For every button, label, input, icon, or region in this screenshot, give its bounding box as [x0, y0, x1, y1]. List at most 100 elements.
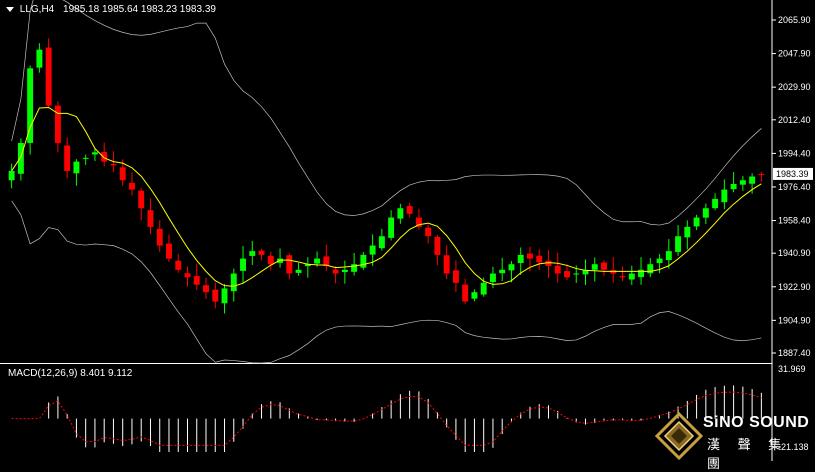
y-tick-label: 2047.90 [778, 49, 811, 59]
candle-body [193, 276, 200, 285]
candle-body [110, 164, 117, 166]
candle-body [730, 183, 737, 190]
candle-body [425, 227, 432, 237]
candle-body [332, 269, 339, 274]
candle-body [82, 157, 89, 159]
candle-body [564, 271, 570, 278]
candle-body [665, 251, 672, 261]
candle-body [36, 49, 43, 68]
candle-body [749, 176, 756, 184]
candle-body [619, 276, 626, 278]
candle-body [471, 292, 478, 299]
y-tick-label: 1887.40 [778, 348, 811, 358]
candle-body [156, 228, 163, 246]
candle-body [240, 258, 246, 271]
candle-body [684, 226, 691, 238]
y-tick-label: 1940.90 [778, 248, 811, 258]
candle-body [17, 142, 24, 174]
candle-body [554, 265, 561, 274]
candle-body [203, 285, 209, 293]
candle-body [212, 289, 219, 302]
candle-body [175, 260, 182, 270]
candle-body [27, 68, 34, 143]
logo-name: SiNO SOUND [703, 414, 810, 431]
candle-body [656, 258, 663, 264]
candle-body [249, 251, 256, 256]
candle-body [739, 180, 746, 185]
candle-body [489, 273, 496, 283]
candle-body [45, 47, 52, 106]
price-chart[interactable]: 2065.90 2047.90 2029.90 2012.40 1994.40 1976.… [0, 0, 815, 461]
candle-body [369, 245, 376, 255]
candle-body [702, 208, 709, 218]
bollinger-lower [11, 200, 762, 364]
candle-body [388, 217, 395, 238]
y-tick-label: 1922.90 [778, 282, 811, 292]
candle-body [628, 273, 635, 280]
sino-sound-logo: SiNO SOUND 漢 聲 集 團 [655, 410, 815, 471]
symbol-label: LLG,H4 [19, 4, 55, 15]
y-tick-label: 1958.40 [778, 216, 811, 226]
bollinger-upper [11, 0, 762, 226]
ohlc-readout: 1985.18 1985.64 1983.23 1983.39 [63, 4, 216, 15]
candle-body [184, 273, 191, 278]
current-price-label: 1983.39 [776, 169, 809, 179]
candle-body [601, 262, 607, 270]
candle-body [675, 236, 682, 252]
candle-body [360, 254, 367, 268]
candle-body [758, 173, 765, 175]
candle-body [147, 210, 154, 227]
candle-body [647, 264, 654, 274]
candle-body [434, 236, 441, 255]
candle-body [54, 105, 61, 143]
candle-body [406, 206, 413, 214]
candle-body [378, 236, 385, 249]
candle-body [221, 288, 228, 304]
macd-signal-line [11, 391, 762, 446]
candle-body [591, 264, 598, 270]
candle-body [91, 152, 98, 155]
candle-body [128, 182, 135, 190]
candle-body [295, 269, 302, 273]
y-tick-label: 1994.40 [778, 148, 811, 158]
candle-body [73, 161, 80, 174]
candle-body [462, 284, 469, 302]
candle-body [166, 243, 172, 259]
candle-body [230, 273, 237, 292]
y-tick-label: 1904.90 [778, 315, 811, 325]
macd-tick-label: 31.969 [778, 364, 806, 374]
candle-body [573, 273, 580, 275]
candle-body [341, 269, 348, 273]
candle-body [64, 145, 71, 171]
candle-body [286, 255, 293, 274]
candle-body [443, 255, 450, 274]
logo-mark-icon [655, 412, 703, 460]
macd-label: MACD(12,26,9) 8.401 9.112 [8, 368, 133, 379]
candle-body [397, 208, 404, 219]
candle-body [527, 253, 533, 259]
candle-body [452, 270, 459, 283]
candle-body [8, 170, 15, 181]
chart-window[interactable]: 2065.90 2047.90 2029.90 2012.40 1994.40 1976.… [0, 0, 815, 461]
candle-body [721, 189, 728, 203]
logo-chinese: 漢 聲 集 團 [707, 437, 789, 471]
candle-body [258, 250, 265, 255]
candle-body [517, 254, 524, 263]
candle-body [267, 255, 274, 265]
candle-body [536, 255, 543, 263]
sma-line [11, 106, 762, 287]
y-tick-label: 2029.90 [778, 82, 811, 92]
candle-body [480, 282, 487, 295]
candle-body [101, 151, 108, 162]
candle-body [712, 198, 719, 209]
y-tick-label: 2012.40 [778, 115, 811, 125]
y-tick-label: 2065.90 [778, 15, 811, 25]
candle-body [138, 190, 145, 209]
dropdown-icon[interactable] [6, 6, 14, 12]
candle-body [499, 269, 506, 274]
candle-body [508, 264, 515, 271]
candle-body [693, 217, 700, 227]
candle-body [545, 260, 552, 267]
candle-body [314, 258, 321, 264]
candle-body [119, 167, 126, 181]
